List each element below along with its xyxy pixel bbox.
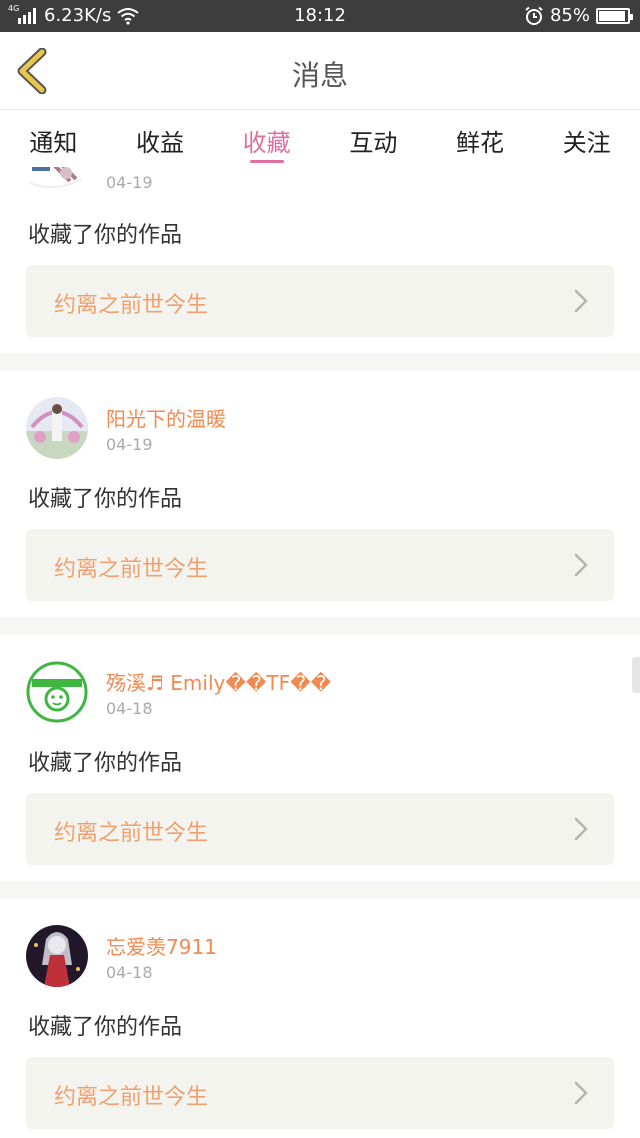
work-title: 约离之前世今生	[54, 557, 209, 582]
tab-label: 通知	[29, 129, 78, 157]
tab-favorites[interactable]: 收藏	[213, 111, 320, 167]
item-username[interactable]: 殇溪♬ Emily��TF��	[106, 667, 331, 696]
item-action-text: 收藏了你的作品	[28, 223, 183, 248]
item-date: 04-19	[106, 173, 153, 192]
item-date: 04-18	[106, 699, 153, 718]
chevron-right-icon	[574, 289, 588, 313]
tab-following[interactable]: 关注	[533, 111, 640, 167]
work-link[interactable]: 约离之前世今生	[26, 529, 614, 601]
work-title: 约离之前世今生	[54, 293, 209, 318]
avatar[interactable]	[26, 397, 88, 459]
item-date: 04-18	[106, 963, 153, 982]
status-bar: 4G 6.23K/s 18:12 85%	[0, 0, 640, 32]
tab-label: 互动	[349, 129, 398, 157]
app-header: 消息	[0, 32, 640, 110]
page-title: 消息	[291, 59, 348, 92]
alarm-icon	[525, 6, 543, 25]
favorites-feed[interactable]: 04-19 收藏了你的作品 约离之前世今生 阳光下的温暖 04-19 收藏了你的…	[0, 167, 640, 1138]
list-item: 忘爱羡7911 04-18 收藏了你的作品 约离之前世今生	[0, 899, 640, 1138]
avatar[interactable]	[26, 661, 88, 723]
status-right: 85%	[524, 5, 633, 26]
avatar[interactable]	[30, 167, 82, 189]
item-action-text: 收藏了你的作品	[28, 487, 183, 512]
tab-interactions[interactable]: 互动	[320, 111, 427, 167]
chevron-right-icon	[574, 817, 588, 841]
work-title: 约离之前世今生	[54, 821, 209, 846]
item-username[interactable]: 阳光下的温暖	[106, 403, 226, 432]
avatar[interactable]	[26, 925, 88, 987]
tab-notifications[interactable]: 通知	[0, 111, 107, 167]
active-tab-indicator	[249, 160, 284, 163]
tab-bar: 通知 收益 收藏 互动 鲜花 关注	[0, 111, 640, 167]
item-username[interactable]: 忘爱羡7911	[106, 931, 217, 960]
item-action-text: 收藏了你的作品	[28, 751, 183, 776]
scroll-indicator[interactable]	[632, 657, 640, 693]
battery-percent: 85%	[549, 5, 590, 26]
work-title: 约离之前世今生	[54, 1085, 209, 1110]
chevron-right-icon	[574, 1081, 588, 1105]
item-date: 04-19	[106, 435, 153, 454]
work-link[interactable]: 约离之前世今生	[26, 265, 614, 337]
tab-label: 鲜花	[456, 129, 505, 157]
list-item: 阳光下的温暖 04-19 收藏了你的作品 约离之前世今生	[0, 371, 640, 617]
chevron-right-icon	[574, 553, 588, 577]
list-item: 殇溪♬ Emily��TF�� 04-18 收藏了你的作品 约离之前世今生	[0, 635, 640, 881]
tab-earnings[interactable]: 收益	[107, 111, 214, 167]
work-link[interactable]: 约离之前世今生	[26, 1057, 614, 1129]
work-link[interactable]: 约离之前世今生	[26, 793, 614, 865]
tab-label: 关注	[562, 129, 611, 157]
tab-flowers[interactable]: 鲜花	[427, 111, 534, 167]
tab-label: 收藏	[242, 129, 291, 157]
list-item: 04-19 收藏了你的作品 约离之前世今生	[0, 167, 640, 353]
battery-icon	[596, 7, 633, 24]
tab-label: 收益	[136, 129, 184, 157]
item-action-text: 收藏了你的作品	[28, 1015, 183, 1040]
